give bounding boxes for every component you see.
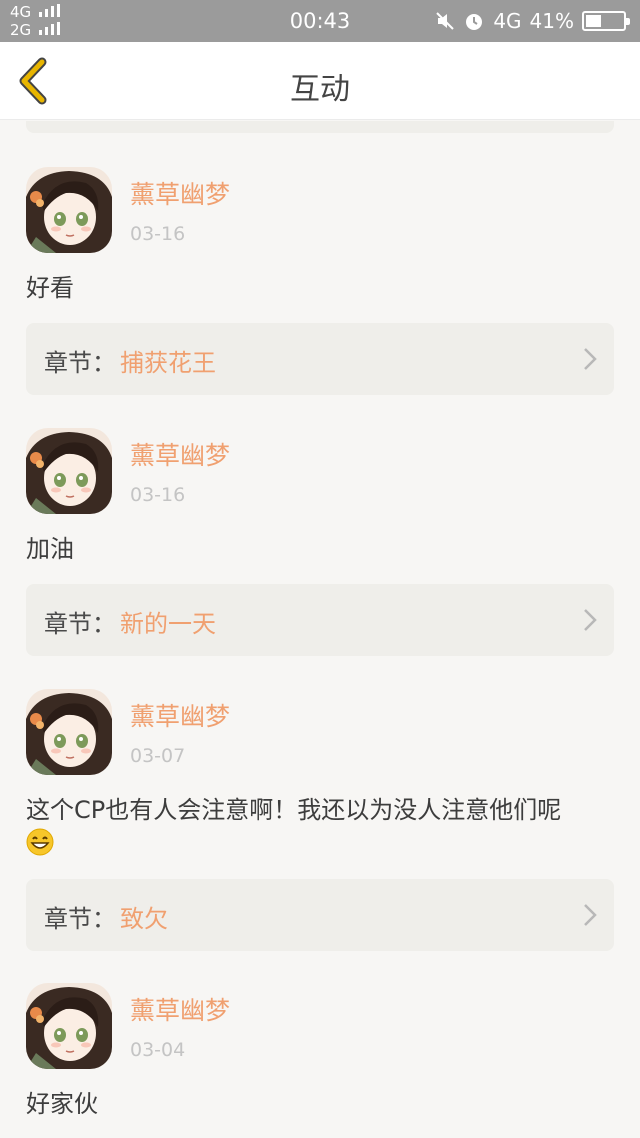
- chapter-label: 章节：: [44, 349, 116, 377]
- battery-percent: 41%: [529, 9, 574, 33]
- comment-date: 03-07: [130, 745, 186, 767]
- comment-list[interactable]: 薰草幽梦 03-16 好看 章节： 捕获花王 薰草幽梦 03-16 加油 章节：…: [0, 121, 640, 1138]
- username[interactable]: 薰草幽梦: [130, 175, 230, 211]
- avatar-image: [26, 689, 112, 775]
- mute-icon: [436, 12, 455, 30]
- chapter-link[interactable]: 章节： 致欠: [26, 879, 614, 951]
- comment-text: 好家伙: [26, 1090, 98, 1118]
- nav-bar: 互动: [0, 42, 640, 120]
- alarm-icon: [466, 14, 483, 30]
- page-title: 互动: [290, 72, 350, 107]
- avatar[interactable]: [26, 983, 112, 1069]
- chevron-right-icon: [584, 904, 597, 926]
- username[interactable]: 薰草幽梦: [130, 991, 230, 1027]
- comment-text-body: 这个CP也有人会注意啊！我还以为没人注意他们呢: [26, 796, 562, 824]
- avatar-image: [26, 167, 112, 253]
- chapter-link[interactable]: 章节： 新的一天: [26, 584, 614, 656]
- avatar[interactable]: [26, 167, 112, 253]
- chevron-right-icon: [584, 609, 597, 631]
- chapter-link-partial[interactable]: [26, 121, 614, 133]
- network-type: 4G: [493, 9, 522, 33]
- chapter-label: 章节：: [44, 610, 116, 638]
- avatar[interactable]: [26, 689, 112, 775]
- status-bar: 4G 2G 00:43 4G 41%: [0, 0, 640, 42]
- avatar-image: [26, 983, 112, 1069]
- chapter-label: 章节：: [44, 905, 116, 933]
- avatar-image: [26, 428, 112, 514]
- comment-date: 03-16: [130, 223, 186, 245]
- username[interactable]: 薰草幽梦: [130, 436, 230, 472]
- chevron-right-icon: [584, 348, 597, 370]
- comment-date: 03-16: [130, 484, 186, 506]
- chapter-link[interactable]: 章节： 捕获花王: [26, 323, 614, 395]
- comment-text: 加油: [26, 535, 74, 563]
- chapter-name: 致欠: [120, 905, 168, 933]
- chapter-name: 新的一天: [120, 610, 216, 638]
- avatar[interactable]: [26, 428, 112, 514]
- chapter-name: 捕获花王: [120, 349, 216, 377]
- battery-icon: [582, 11, 630, 31]
- comment-text: 好看: [26, 274, 74, 302]
- comment-date: 03-04: [130, 1039, 186, 1061]
- comment-text: 这个CP也有人会注意啊！我还以为没人注意他们呢: [26, 793, 616, 861]
- grinning-face-emoji-icon: [26, 828, 54, 856]
- username[interactable]: 薰草幽梦: [130, 697, 230, 733]
